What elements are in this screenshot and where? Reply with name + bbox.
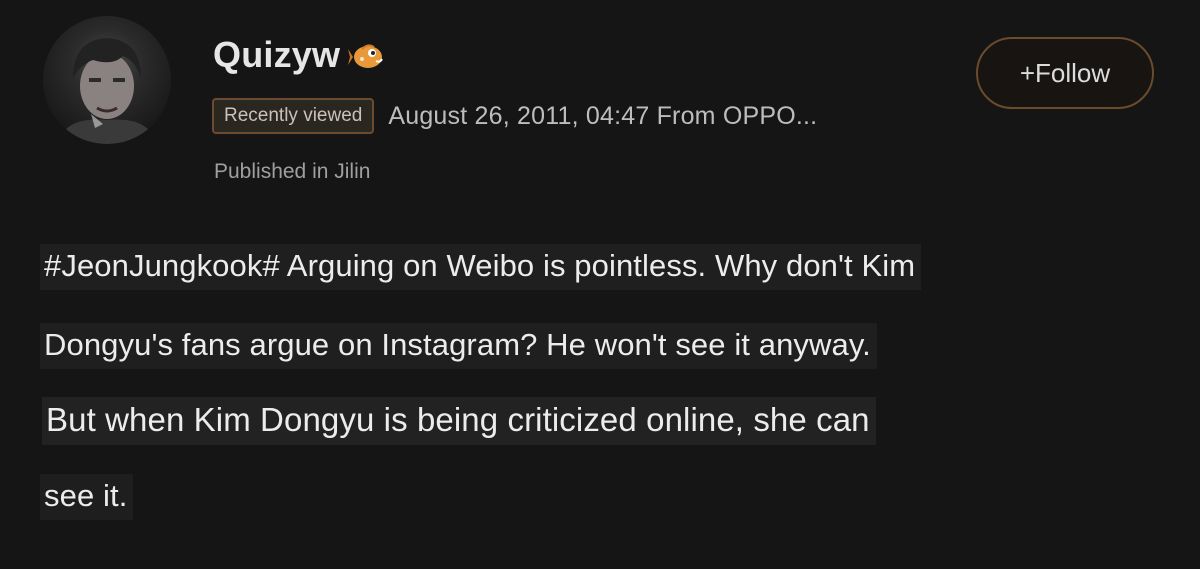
- post-body-line: #JeonJungkook# Arguing on Weibo is point…: [40, 244, 922, 290]
- fish-badge-icon: [348, 40, 386, 72]
- post-meta: Recently viewed August 26, 2011, 04:47 F…: [212, 98, 817, 134]
- follow-button-label: +Follow: [1019, 57, 1111, 88]
- username[interactable]: Quizyw: [213, 34, 386, 76]
- follow-button[interactable]: +Follow: [976, 37, 1154, 109]
- post-timestamp: August 26, 2011, 04:47 From OPPO...: [388, 101, 818, 130]
- post-body-line: Dongyu's fans argue on Instagram? He won…: [40, 323, 877, 369]
- post-location: Published in Jilin: [214, 160, 371, 183]
- post-body-line: see it.: [40, 474, 134, 520]
- recently-viewed-tag: Recently viewed: [212, 98, 375, 134]
- post-card: Quizyw +Follow Recently viewed August 26…: [0, 0, 1200, 569]
- avatar[interactable]: [43, 16, 171, 144]
- post-body-line: But when Kim Dongyu is being criticized …: [42, 397, 876, 445]
- username-text[interactable]: Quizyw: [213, 34, 340, 76]
- avatar-image: [57, 38, 157, 144]
